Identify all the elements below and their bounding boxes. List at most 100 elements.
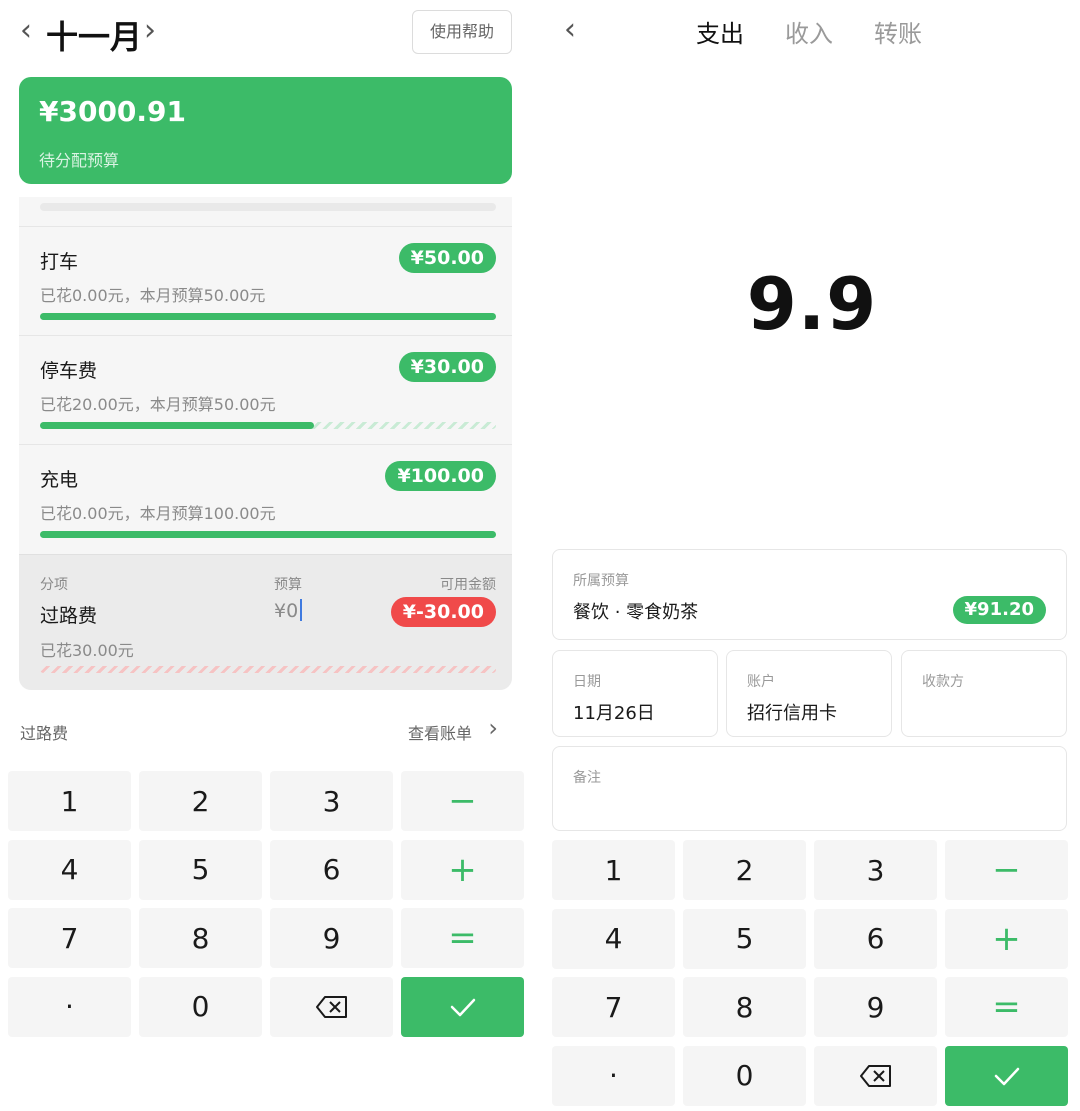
digit-key-3[interactable]: 3 bbox=[270, 771, 393, 831]
key-label: 9 bbox=[866, 990, 885, 1024]
key-label: 5 bbox=[191, 853, 210, 886]
check-icon bbox=[448, 995, 478, 1019]
backspace-key[interactable] bbox=[814, 1045, 937, 1106]
overspent-bar bbox=[40, 666, 496, 673]
unallocated-amount: ¥3000.91 bbox=[39, 95, 187, 128]
available-badge: ¥30.00 bbox=[398, 352, 496, 382]
progress-bar bbox=[40, 422, 496, 429]
plus-key[interactable]: + bbox=[945, 908, 1068, 969]
key-label: 0 bbox=[735, 1059, 754, 1092]
digit-key-4[interactable]: 4 bbox=[8, 839, 131, 900]
equals-key[interactable]: = bbox=[945, 977, 1068, 1037]
key-label: 4 bbox=[60, 853, 79, 886]
category-row[interactable]: 打车 ¥50.00 已花0.00元，本月预算50.00元 bbox=[19, 226, 512, 336]
month-title: 十一月 bbox=[46, 18, 143, 56]
digit-key-2[interactable]: 2 bbox=[683, 840, 806, 900]
digit-key-1[interactable]: 1 bbox=[8, 771, 131, 831]
category-name: 打车 bbox=[40, 251, 79, 273]
key-label: + bbox=[448, 849, 477, 890]
editing-category-row[interactable]: 分项 预算 可用金额 过路费 ¥0 ¥-30.00 已花30.00元 bbox=[19, 554, 512, 690]
key-label: · bbox=[65, 990, 74, 1023]
budget-field-label: 所属预算 bbox=[573, 573, 629, 589]
category-name: 过路费 bbox=[40, 605, 98, 627]
digit-key-9[interactable]: 9 bbox=[814, 977, 937, 1037]
digit-key-6[interactable]: 6 bbox=[270, 839, 393, 900]
tab-expense[interactable]: 支出 bbox=[696, 14, 744, 49]
note-field-label: 备注 bbox=[573, 770, 601, 786]
digit-key-4[interactable]: 4 bbox=[552, 908, 675, 969]
category-name: 充电 bbox=[40, 469, 79, 491]
digit-key-5[interactable]: 5 bbox=[139, 839, 262, 900]
key-label: 2 bbox=[735, 853, 754, 887]
key-label: + bbox=[992, 918, 1021, 959]
dot-key[interactable]: · bbox=[552, 1045, 675, 1106]
date-field-label: 日期 bbox=[573, 674, 601, 690]
backspace-icon bbox=[315, 995, 349, 1019]
digit-key-1[interactable]: 1 bbox=[552, 840, 675, 900]
budget-input[interactable]: ¥0 bbox=[274, 599, 303, 622]
equals-key[interactable]: = bbox=[401, 908, 524, 968]
key-label: 6 bbox=[866, 922, 885, 955]
category-row[interactable]: 充电 ¥100.00 已花0.00元，本月预算100.00元 bbox=[19, 444, 512, 554]
back-icon[interactable]: ‹ bbox=[564, 12, 576, 47]
available-badge: ¥100.00 bbox=[385, 461, 496, 491]
category-summary: 已花30.00元 bbox=[40, 641, 134, 660]
category-summary: 已花20.00元，本月预算50.00元 bbox=[40, 395, 276, 414]
date-field-value: 11月26日 bbox=[573, 703, 655, 724]
progress-bar bbox=[40, 313, 496, 320]
key-label: 5 bbox=[735, 922, 754, 955]
account-field-value: 招行信用卡 bbox=[747, 703, 837, 724]
key-label: 7 bbox=[604, 990, 623, 1024]
digit-key-2[interactable]: 2 bbox=[139, 771, 262, 831]
budget-field-value: 餐饮 · 零食奶茶 bbox=[573, 602, 699, 623]
view-bills-link[interactable]: 查看账单 bbox=[408, 720, 472, 744]
digit-key-5[interactable]: 5 bbox=[683, 908, 806, 969]
unallocated-label: 待分配预算 bbox=[39, 151, 120, 170]
minus-key[interactable]: − bbox=[401, 771, 524, 831]
budget-field[interactable]: 所属预算 餐饮 · 零食奶茶 ¥91.20 bbox=[552, 549, 1067, 640]
chevron-right-icon[interactable]: › bbox=[488, 714, 498, 742]
note-field[interactable]: 备注 bbox=[552, 746, 1067, 831]
digit-key-0[interactable]: 0 bbox=[683, 1045, 806, 1106]
key-label: − bbox=[992, 850, 1021, 890]
previous-month-icon[interactable]: ‹ bbox=[20, 16, 32, 46]
key-label: 8 bbox=[735, 990, 754, 1024]
check-icon bbox=[992, 1064, 1022, 1088]
available-badge: ¥-30.00 bbox=[390, 597, 496, 627]
category-name: 停车费 bbox=[40, 360, 98, 382]
digit-key-7[interactable]: 7 bbox=[552, 977, 675, 1037]
confirm-key[interactable] bbox=[945, 1045, 1068, 1106]
account-field[interactable]: 账户 招行信用卡 bbox=[726, 650, 892, 737]
confirm-key[interactable] bbox=[401, 976, 524, 1037]
key-label: 1 bbox=[604, 853, 623, 887]
help-button[interactable]: 使用帮助 bbox=[412, 10, 512, 54]
category-row[interactable]: 停车费 ¥30.00 已花20.00元，本月预算50.00元 bbox=[19, 335, 512, 445]
payee-field[interactable]: 收款方 bbox=[901, 650, 1067, 737]
digit-key-3[interactable]: 3 bbox=[814, 840, 937, 900]
column-label-budget: 预算 bbox=[274, 577, 302, 593]
next-month-icon[interactable]: › bbox=[144, 16, 156, 46]
date-field[interactable]: 日期 11月26日 bbox=[552, 650, 718, 737]
digit-key-9[interactable]: 9 bbox=[270, 908, 393, 968]
digit-key-0[interactable]: 0 bbox=[139, 976, 262, 1037]
key-label: 4 bbox=[604, 922, 623, 955]
text-caret bbox=[300, 599, 303, 621]
dot-key[interactable]: · bbox=[8, 976, 131, 1037]
tab-transfer[interactable]: 转账 bbox=[874, 14, 922, 49]
budget-input-value: ¥0 bbox=[274, 600, 299, 622]
key-label: · bbox=[609, 1059, 618, 1092]
digit-key-8[interactable]: 8 bbox=[139, 908, 262, 968]
digit-key-6[interactable]: 6 bbox=[814, 908, 937, 969]
progress-fill bbox=[40, 531, 496, 538]
digit-key-7[interactable]: 7 bbox=[8, 908, 131, 968]
digit-key-8[interactable]: 8 bbox=[683, 977, 806, 1037]
key-label: 8 bbox=[191, 921, 210, 955]
tab-income[interactable]: 收入 bbox=[785, 14, 833, 49]
footer-category: 过路费 bbox=[20, 724, 69, 743]
minus-key[interactable]: − bbox=[945, 840, 1068, 900]
backspace-key[interactable] bbox=[270, 976, 393, 1037]
category-list: 打车 ¥50.00 已花0.00元，本月预算50.00元 停车费 ¥30.00 … bbox=[19, 197, 512, 690]
plus-key[interactable]: + bbox=[401, 839, 524, 900]
backspace-icon bbox=[859, 1064, 893, 1088]
account-field-label: 账户 bbox=[747, 674, 775, 690]
